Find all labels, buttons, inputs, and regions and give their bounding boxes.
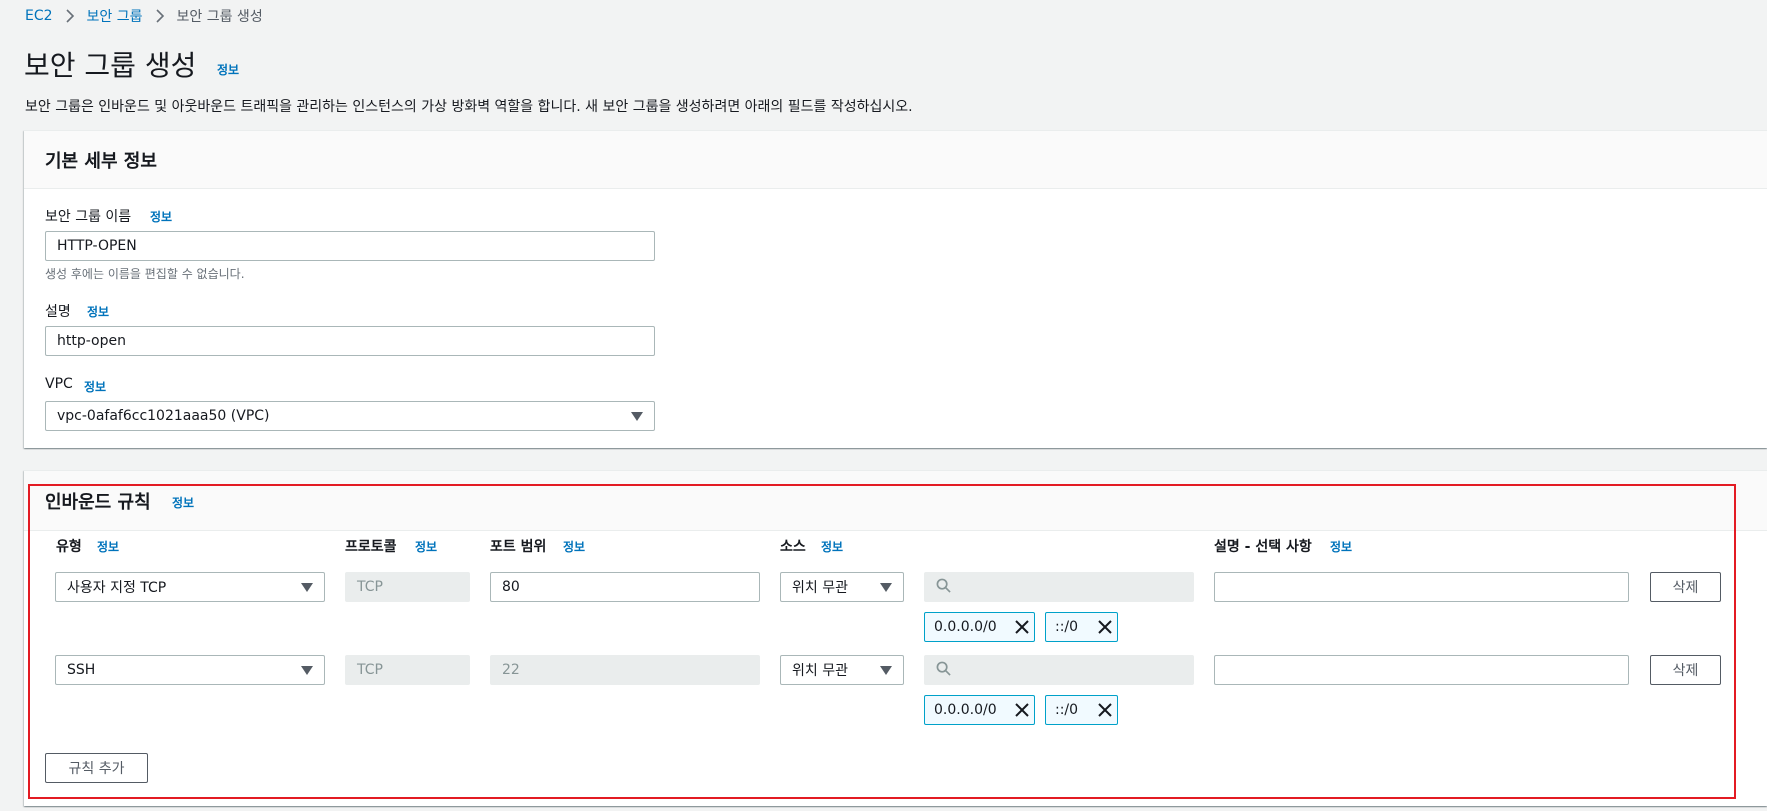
rule-description-input[interactable] — [1214, 655, 1629, 685]
search-icon — [936, 661, 951, 680]
caret-down-icon — [880, 582, 892, 592]
column-header-protocol: 프로토콜 — [345, 539, 397, 555]
page-title-info-link[interactable]: 정보 — [217, 61, 239, 78]
description-info-link[interactable]: 정보 — [87, 303, 109, 320]
rule-source-value: 위치 무관 — [792, 580, 848, 596]
breadcrumb: EC2 보안 그룹 보안 그룹 생성 — [25, 6, 263, 26]
rule-type-value: SSH — [67, 662, 96, 678]
column-header-port-range: 포트 범위 — [490, 539, 547, 555]
source-cidr-token-label: 0.0.0.0/0 — [934, 702, 997, 718]
vpc-label: VPC — [45, 376, 73, 392]
rule-type-value: 사용자 지정 TCP — [67, 580, 167, 596]
vpc-select[interactable]: vpc-0afaf6cc1021aaa50 (VPC) — [45, 401, 655, 431]
source-cidr-token: ::/0 — [1045, 612, 1118, 642]
chevron-right-icon — [65, 9, 75, 23]
add-rule-button[interactable]: 규칙 추가 — [45, 753, 148, 783]
rule-port-range-input[interactable]: 80 — [490, 572, 760, 602]
search-icon — [936, 578, 951, 597]
caret-down-icon — [301, 665, 313, 675]
source-cidr-token-label: ::/0 — [1055, 702, 1079, 718]
source-cidr-token-label: 0.0.0.0/0 — [934, 619, 997, 635]
rule-description-input[interactable] — [1214, 572, 1629, 602]
rule-type-select[interactable]: 사용자 지정 TCP — [55, 572, 325, 602]
rule-source-search-input[interactable] — [924, 655, 1194, 685]
rule-protocol-field: TCP — [345, 655, 470, 685]
source-cidr-token: 0.0.0.0/0 — [924, 695, 1035, 725]
description-label: 설명 — [45, 304, 71, 320]
inbound-rules-info-link[interactable]: 정보 — [172, 494, 194, 511]
security-group-name-label: 보안 그룹 이름 — [45, 209, 132, 225]
vpc-select-value: vpc-0afaf6cc1021aaa50 (VPC) — [57, 408, 270, 424]
close-icon[interactable] — [1098, 620, 1112, 634]
chevron-right-icon — [155, 9, 165, 23]
column-description-info-link[interactable]: 정보 — [1330, 538, 1352, 555]
page-description: 보안 그룹은 인바운드 및 아웃바운드 트래픽을 관리하는 인스턴스의 가상 방… — [25, 99, 913, 115]
column-header-source: 소스 — [780, 539, 806, 555]
column-header-description: 설명 - 선택 사항 — [1214, 539, 1312, 555]
basic-details-title: 기본 세부 정보 — [45, 151, 157, 172]
column-source-info-link[interactable]: 정보 — [821, 538, 843, 555]
basic-details-header: 기본 세부 정보 — [24, 131, 1767, 189]
source-cidr-token-label: ::/0 — [1055, 619, 1079, 635]
rule-source-value: 위치 무관 — [792, 663, 848, 679]
breadcrumb-ec2-link[interactable]: EC2 — [25, 8, 53, 24]
highlight-box — [28, 484, 1736, 799]
rule-port-range-input: 22 — [490, 655, 760, 685]
description-input[interactable]: http-open — [45, 326, 655, 356]
close-icon[interactable] — [1098, 703, 1112, 717]
column-port-info-link[interactable]: 정보 — [563, 538, 585, 555]
inbound-rules-title: 인바운드 규칙 — [45, 492, 151, 513]
rule-source-select[interactable]: 위치 무관 — [780, 572, 904, 602]
caret-down-icon — [880, 665, 892, 675]
rule-source-select[interactable]: 위치 무관 — [780, 655, 904, 685]
vpc-info-link[interactable]: 정보 — [84, 378, 106, 395]
rule-protocol-field: TCP — [345, 572, 470, 602]
close-icon[interactable] — [1015, 703, 1029, 717]
caret-down-icon — [631, 411, 643, 421]
column-protocol-info-link[interactable]: 정보 — [415, 538, 437, 555]
source-cidr-token: 0.0.0.0/0 — [924, 612, 1035, 642]
column-header-type: 유형 — [56, 539, 82, 555]
close-icon[interactable] — [1015, 620, 1029, 634]
security-group-name-hint: 생성 후에는 이름을 편집할 수 없습니다. — [45, 267, 245, 281]
security-group-name-input[interactable]: HTTP-OPEN — [45, 231, 655, 261]
security-group-name-info-link[interactable]: 정보 — [150, 208, 172, 225]
column-type-info-link[interactable]: 정보 — [97, 538, 119, 555]
rule-type-select[interactable]: SSH — [55, 655, 325, 685]
basic-details-panel: 기본 세부 정보 보안 그룹 이름 정보 HTTP-OPEN 생성 후에는 이름… — [24, 130, 1767, 448]
breadcrumb-current: 보안 그룹 생성 — [176, 9, 263, 25]
rule-delete-button[interactable]: 삭제 — [1650, 572, 1721, 602]
caret-down-icon — [301, 582, 313, 592]
breadcrumb-security-groups-link[interactable]: 보안 그룹 — [87, 6, 143, 26]
source-cidr-token: ::/0 — [1045, 695, 1118, 725]
rule-delete-button[interactable]: 삭제 — [1650, 655, 1721, 685]
rule-source-search-input[interactable] — [924, 572, 1194, 602]
page-title: 보안 그룹 생성 — [24, 49, 197, 82]
